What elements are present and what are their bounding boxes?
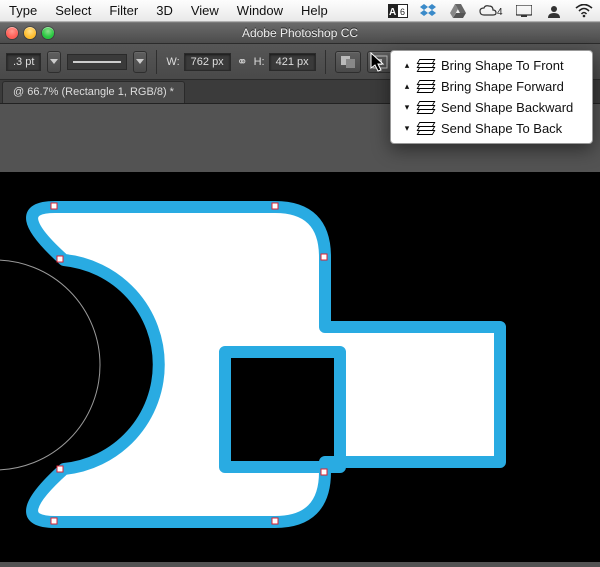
wifi-icon[interactable] (574, 0, 594, 22)
layers-icon (418, 101, 434, 115)
send-to-back-item[interactable]: ▾ Send Shape To Back (391, 118, 592, 139)
layers-icon (418, 122, 434, 136)
down-arrow-icon: ▾ (405, 103, 410, 112)
fast-user-icon[interactable] (544, 0, 564, 22)
menu-item-label: Send Shape Backward (441, 100, 573, 115)
dropbox-icon[interactable] (418, 0, 438, 22)
menu-item-label: Bring Shape Forward (441, 79, 564, 94)
mac-menubar: Type Select Filter 3D View Window Help A… (0, 0, 600, 22)
menubar-left: Type Select Filter 3D View Window Help (0, 0, 337, 22)
bring-forward-item[interactable]: ▴ Bring Shape Forward (391, 76, 592, 97)
up-arrow-icon: ▴ (405, 82, 410, 91)
stroke-weight-field[interactable]: .3 pt (6, 53, 41, 71)
menu-item-label: Bring Shape To Front (441, 58, 564, 73)
minimize-window-button[interactable] (24, 27, 36, 39)
document-tab[interactable]: @ 66.7% (Rectangle 1, RGB/8) * (2, 81, 185, 103)
bring-to-front-item[interactable]: ▴ Bring Shape To Front (391, 55, 592, 76)
menu-select[interactable]: Select (46, 0, 100, 22)
stroke-style-preview[interactable] (67, 54, 127, 70)
menu-3d[interactable]: 3D (147, 0, 182, 22)
up-arrow-icon: ▴ (405, 61, 410, 70)
workspace (0, 104, 600, 555)
window-title: Adobe Photoshop CC (242, 26, 358, 40)
separator (325, 50, 326, 74)
arrangement-dropdown: ▴ Bring Shape To Front ▴ Bring Shape For… (390, 50, 593, 144)
svg-text:4: 4 (497, 7, 503, 18)
canvas-svg (0, 172, 600, 562)
width-field[interactable]: 762 px (184, 53, 231, 71)
shape-path (32, 207, 500, 522)
menu-filter[interactable]: Filter (100, 0, 147, 22)
zoom-window-button[interactable] (42, 27, 54, 39)
down-arrow-icon: ▾ (405, 124, 410, 133)
link-wh-icon[interactable]: ⚭ (237, 54, 248, 70)
document-tab-label: @ 66.7% (Rectangle 1, RGB/8) * (13, 86, 174, 98)
layers-icon (418, 59, 434, 73)
ellipse-selection-outline (0, 260, 100, 470)
menu-window[interactable]: Window (228, 0, 292, 22)
path-alignment-button[interactable] (367, 51, 393, 73)
cc-cloud-icon[interactable]: 4 (478, 0, 504, 22)
height-label: H: (254, 56, 265, 68)
send-backward-item[interactable]: ▾ Send Shape Backward (391, 97, 592, 118)
separator (156, 50, 157, 74)
menu-type[interactable]: Type (0, 0, 46, 22)
height-field[interactable]: 421 px (269, 53, 316, 71)
window-traffic-lights (6, 27, 54, 39)
canvas[interactable] (0, 172, 600, 562)
stroke-weight-dropdown[interactable] (47, 51, 61, 73)
svg-text:A: A (389, 7, 396, 18)
layers-icon (418, 80, 434, 94)
menu-item-label: Send Shape To Back (441, 121, 562, 136)
vector-shape[interactable] (0, 207, 500, 522)
displays-icon[interactable] (514, 0, 534, 22)
stroke-style-dropdown[interactable] (133, 51, 147, 73)
close-window-button[interactable] (6, 27, 18, 39)
window-titlebar: Adobe Photoshop CC (0, 22, 600, 44)
path-operations-button[interactable] (335, 51, 361, 73)
menu-view[interactable]: View (182, 0, 228, 22)
adobe-cc-icon[interactable]: A6 (388, 0, 408, 22)
menubar-extras: A6 4 (388, 0, 600, 22)
svg-text:6: 6 (400, 7, 405, 17)
width-label: W: (166, 56, 179, 68)
menu-help[interactable]: Help (292, 0, 337, 22)
google-drive-icon[interactable] (448, 0, 468, 22)
